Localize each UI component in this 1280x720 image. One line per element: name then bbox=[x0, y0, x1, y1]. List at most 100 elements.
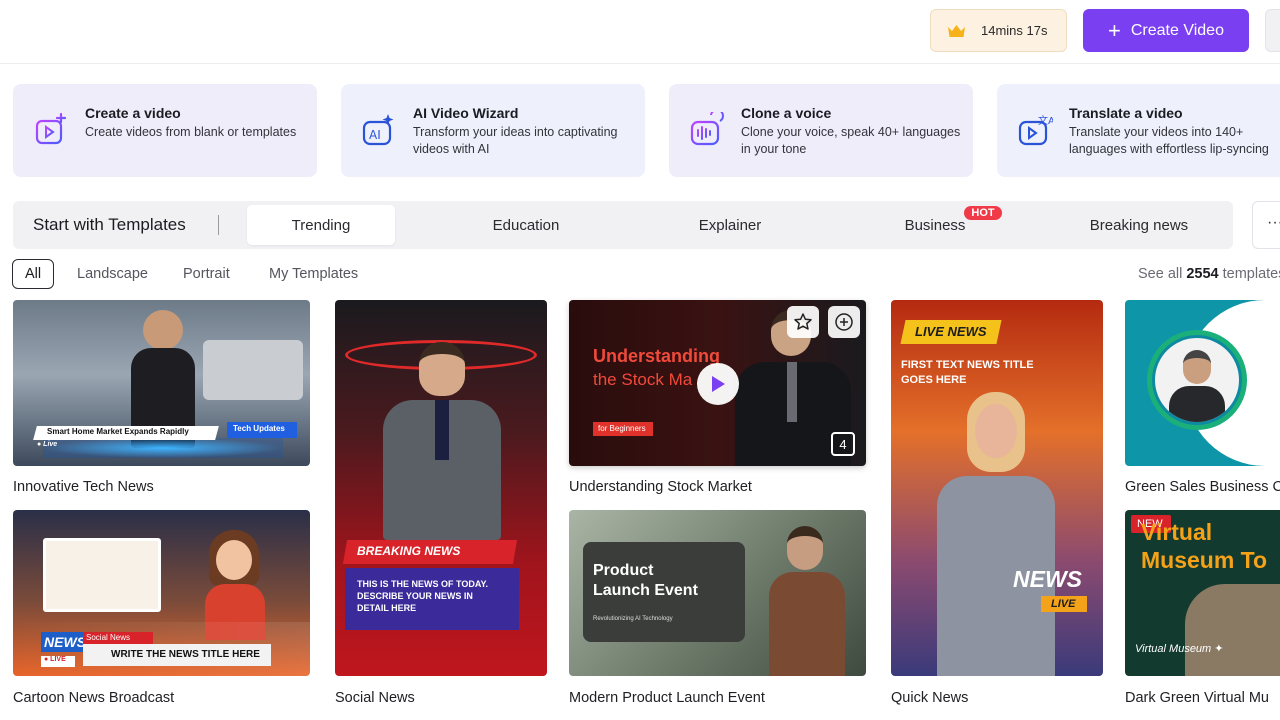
template-thumbnail[interactable]: Smart Home Market Expands Rapidly Tech U… bbox=[13, 300, 310, 466]
title-line-2: Launch Event bbox=[593, 582, 698, 599]
subtitle: Revolutionizing AI Technology bbox=[593, 616, 673, 622]
social-news-label: Social News bbox=[86, 633, 131, 642]
presenter-face bbox=[975, 404, 1017, 458]
feature-desc: Clone your voice, speak 40+ languages in… bbox=[741, 125, 961, 156]
feature-desc: Create videos from blank or templates bbox=[85, 125, 297, 139]
template-title[interactable]: Green Sales Business Ca bbox=[1125, 479, 1280, 495]
presenter-tie bbox=[787, 362, 797, 422]
presenter-head bbox=[787, 526, 823, 570]
person-head bbox=[1183, 350, 1211, 384]
live-text: LIVE bbox=[1051, 598, 1076, 610]
see-all-prefix: See all bbox=[1138, 266, 1183, 282]
live-text: ● LIVE bbox=[44, 656, 66, 663]
live-text: ● Live bbox=[37, 441, 58, 448]
template-thumbnail[interactable]: BREAKING NEWS THIS IS THE NEWS OF TODAY.… bbox=[335, 300, 547, 676]
svg-text:文A: 文A bbox=[1038, 114, 1053, 127]
photo-circle bbox=[1155, 338, 1239, 422]
feature-desc: Translate your videos into 140+ language… bbox=[1069, 125, 1269, 156]
scene-count-badge: 4 bbox=[831, 432, 855, 456]
feature-title: AI Video Wizard bbox=[413, 105, 519, 121]
play-button[interactable] bbox=[697, 363, 739, 405]
create-video-label: Create Video bbox=[1130, 21, 1224, 39]
script-text: Virtual Museum ✦ bbox=[1135, 643, 1224, 655]
headline-text: Smart Home Market Expands Rapidly bbox=[47, 427, 189, 436]
play-icon bbox=[712, 376, 725, 392]
person-suit bbox=[1169, 386, 1225, 422]
tag-text: Tech Updates bbox=[233, 424, 285, 433]
breaking-text: BREAKING NEWS bbox=[357, 544, 461, 558]
top-bar: 14mins 17s + Create Video bbox=[0, 0, 1280, 64]
tab-explainer[interactable]: Explainer bbox=[656, 205, 804, 245]
template-title[interactable]: Quick News bbox=[891, 690, 968, 706]
translate-video-icon: 文A bbox=[1018, 114, 1053, 146]
see-all-suffix: templates bbox=[1222, 266, 1280, 282]
news-label: NEWS bbox=[1013, 566, 1082, 592]
filter-portrait[interactable]: Portrait bbox=[183, 259, 230, 289]
filter-my-templates[interactable]: My Templates bbox=[269, 259, 358, 289]
hot-badge: HOT bbox=[964, 206, 1002, 220]
tag-text: for Beginners bbox=[598, 424, 646, 433]
feature-card-translate-video[interactable]: 文A Translate a video Translate your vide… bbox=[997, 84, 1280, 177]
presenter-head bbox=[143, 310, 183, 350]
sculpture-shape bbox=[1185, 584, 1280, 676]
museum-title: Virtual Museum To bbox=[1141, 519, 1268, 573]
template-thumbnail[interactable]: NEW Virtual Museum To Virtual Museum ✦ bbox=[1125, 510, 1280, 676]
template-title[interactable]: Social News bbox=[335, 690, 415, 706]
template-thumbnail[interactable]: LIVE NEWS FIRST TEXT NEWS TITLE GOES HER… bbox=[891, 300, 1103, 676]
template-thumbnail[interactable] bbox=[1125, 300, 1280, 466]
template-thumbnail[interactable]: NEWS Social News WRITE THE NEWS TITLE HE… bbox=[13, 510, 310, 676]
feature-card-create-video[interactable]: Create a video Create videos from blank … bbox=[13, 84, 317, 177]
tab-education[interactable]: Education bbox=[452, 205, 600, 245]
user-menu-button[interactable] bbox=[1265, 9, 1280, 52]
filter-all[interactable]: All bbox=[12, 259, 55, 289]
body-text: THIS IS THE NEWS OF TODAY. DESCRIBE YOUR… bbox=[357, 579, 489, 613]
live-news-text: LIVE NEWS bbox=[915, 324, 987, 339]
feature-card-ai-wizard[interactable]: AI AI Video Wizard Transform your ideas … bbox=[341, 84, 645, 177]
tab-trending[interactable]: Trending bbox=[247, 205, 395, 245]
feature-title: Clone a voice bbox=[741, 105, 832, 121]
character-face bbox=[216, 540, 252, 580]
ai-wizard-icon: AI bbox=[362, 114, 394, 146]
template-title[interactable]: Innovative Tech News bbox=[13, 479, 154, 495]
svg-text:AI: AI bbox=[369, 128, 381, 142]
favorite-button[interactable] bbox=[787, 306, 819, 338]
headline-text: FIRST TEXT NEWS TITLE GOES HERE bbox=[901, 359, 1034, 386]
presenter-head bbox=[419, 342, 465, 396]
template-title[interactable]: Cartoon News Broadcast bbox=[13, 690, 174, 706]
template-thumbnail[interactable]: Understanding the Stock Ma for Beginners… bbox=[569, 300, 866, 466]
divider bbox=[218, 215, 219, 235]
template-title[interactable]: Dark Green Virtual Mu bbox=[1125, 690, 1269, 706]
tab-breaking-news[interactable]: Breaking news bbox=[1065, 205, 1213, 245]
presenter-tie bbox=[435, 400, 449, 460]
title-line-1: Product bbox=[593, 562, 654, 579]
template-category-bar: Start with Templates Trending Education … bbox=[13, 201, 1233, 249]
filter-landscape[interactable]: Landscape bbox=[77, 259, 148, 289]
sofa-shape bbox=[203, 340, 303, 400]
template-thumbnail[interactable]: Product Launch Event Revolutionizing AI … bbox=[569, 510, 866, 676]
title-line-2: the Stock Ma bbox=[593, 370, 693, 389]
news-label: NEWS bbox=[44, 634, 86, 650]
add-template-button[interactable] bbox=[828, 306, 860, 338]
see-all-link[interactable]: See all 2554 templates bbox=[1138, 266, 1280, 282]
crown-icon bbox=[948, 24, 965, 37]
title-line-1: Understanding bbox=[593, 346, 721, 366]
template-count: 2554 bbox=[1186, 266, 1219, 282]
feature-card-clone-voice[interactable]: Clone a voice Clone your voice, speak 40… bbox=[669, 84, 973, 177]
feature-title: Translate a video bbox=[1069, 105, 1183, 121]
video-plus-icon bbox=[35, 112, 67, 145]
create-video-button[interactable]: + Create Video bbox=[1083, 9, 1249, 52]
more-categories-button[interactable]: ··· bbox=[1252, 201, 1280, 249]
feature-title: Create a video bbox=[85, 105, 181, 121]
template-title[interactable]: Modern Product Launch Event bbox=[569, 690, 765, 706]
plus-icon: + bbox=[1108, 17, 1121, 43]
star-icon bbox=[794, 313, 812, 330]
timer-text: 14mins 17s bbox=[981, 23, 1048, 38]
voice-clone-icon bbox=[690, 112, 724, 146]
headline-text: WRITE THE NEWS TITLE HERE bbox=[111, 649, 260, 660]
subscription-timer-chip[interactable]: 14mins 17s bbox=[930, 9, 1067, 52]
feature-desc: Transform your ideas into captivating vi… bbox=[413, 125, 618, 156]
template-title[interactable]: Understanding Stock Market bbox=[569, 479, 752, 495]
add-circle-icon bbox=[835, 313, 853, 331]
section-title: Start with Templates bbox=[33, 215, 186, 234]
presenter-jacket bbox=[769, 572, 845, 676]
